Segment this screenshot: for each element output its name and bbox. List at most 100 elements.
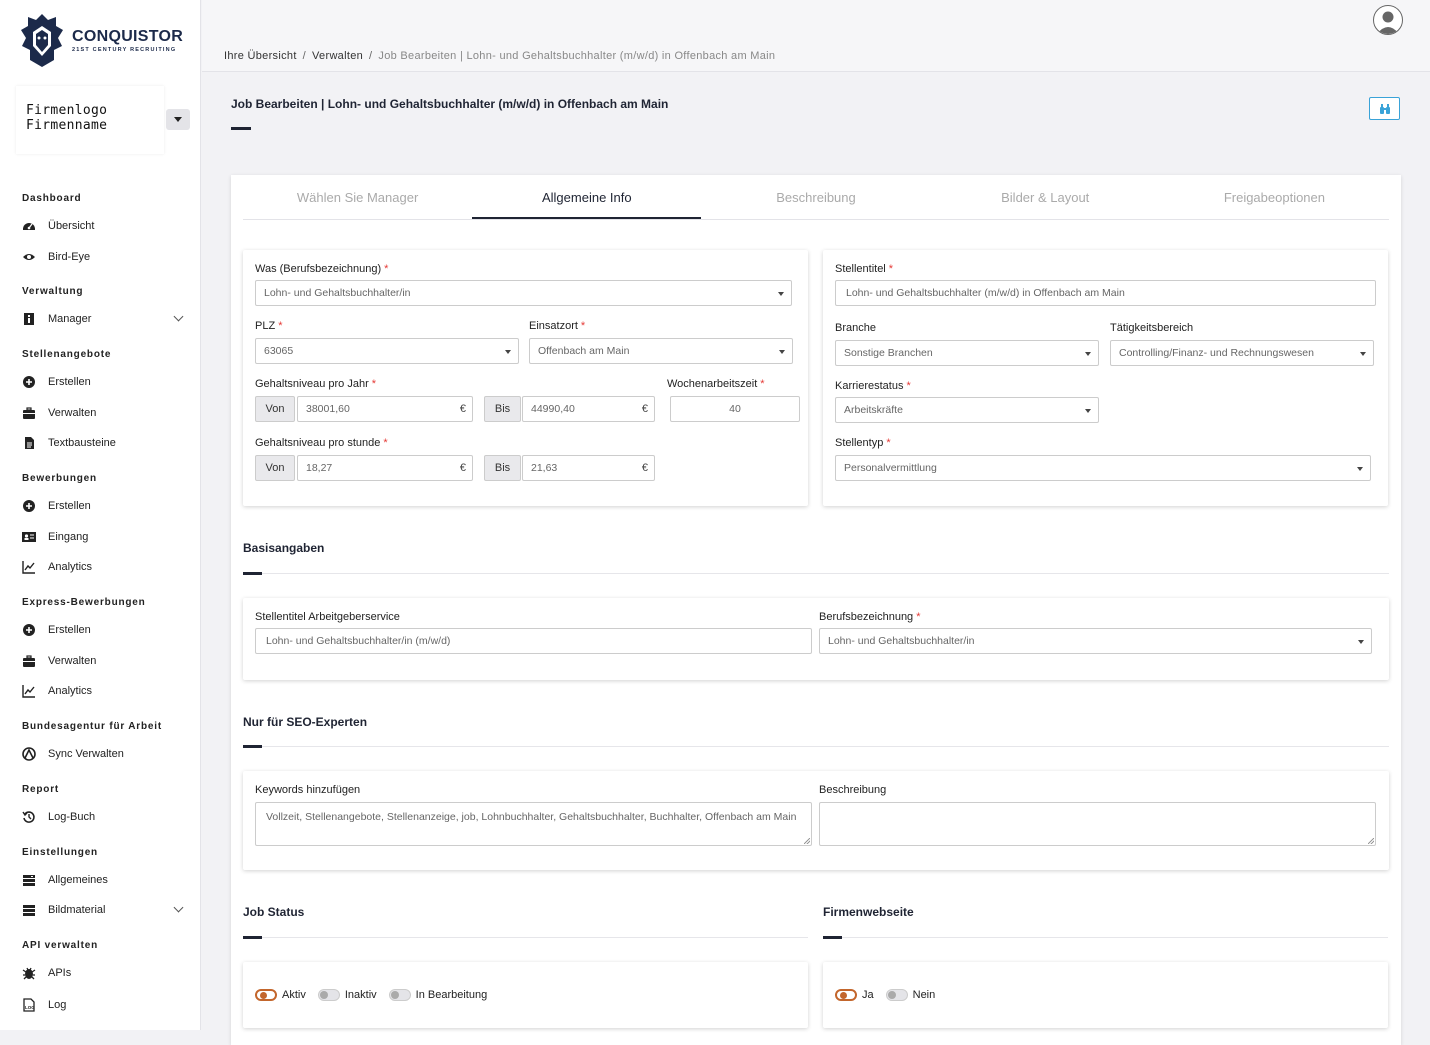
sidebar-item-label: Textbausteine (48, 437, 116, 449)
branche-label: Branche (835, 322, 876, 334)
help-button[interactable] (1369, 97, 1400, 120)
images-icon (22, 903, 36, 917)
nav-group-dashboard: Dashboard (22, 193, 82, 204)
einsatzort-label: Einsatzort * (529, 320, 586, 332)
chevron-down-icon (173, 902, 184, 913)
breadcrumb-section[interactable]: Verwalten (312, 50, 363, 62)
plz-select[interactable]: 63065 (255, 338, 519, 364)
karriere-label: Karrierestatus * (835, 380, 911, 392)
plz-label: PLZ * (255, 320, 283, 332)
bis-addon: Bis (484, 396, 521, 422)
nav-group-stellenangebote: Stellenangebote (22, 349, 112, 360)
gehalt-stunde-label: Gehaltsniveau pro stunde * (255, 437, 388, 449)
arbeitgeber-input[interactable]: Lohn- und Gehaltsbuchhalter/in (m/w/d) (255, 628, 812, 654)
basis-rule (243, 573, 1389, 574)
sidebar-item-log-buch[interactable]: Log-Buch (22, 810, 182, 824)
sidebar-item-express-analytics[interactable]: Analytics (22, 684, 182, 698)
chart-line-icon (22, 684, 36, 698)
sidebar: CONQUISTOR 21ST CENTURY RECRUITING Firme… (0, 0, 201, 1030)
bug-icon (22, 966, 36, 980)
toggle-label: Ja (862, 989, 874, 1001)
sidebar-item-label: Manager (48, 313, 92, 325)
taetigkeit-select[interactable]: Controlling/Finanz- und Rechnungswesen (1110, 340, 1374, 366)
keywords-textarea[interactable]: Vollzeit, Stellenangebote, Stellenanzeig… (255, 802, 812, 846)
tab-manager[interactable]: Wählen Sie Manager (243, 180, 472, 219)
sidebar-item-express-erstellen[interactable]: Erstellen (22, 623, 182, 637)
sidebar-item-label: Erstellen (48, 624, 91, 636)
basis-marker (243, 572, 262, 575)
settings-list-icon (22, 873, 36, 887)
sidebar-item-express-verwalten[interactable]: Verwalten (22, 654, 182, 668)
agency-icon (22, 747, 36, 761)
toggle-aktiv[interactable]: Aktiv (255, 989, 306, 1001)
sidebar-item-label: Verwalten (48, 655, 97, 667)
von-addon: Von (255, 455, 295, 481)
user-avatar[interactable] (1373, 5, 1403, 35)
nav-group-report: Report (22, 784, 60, 795)
tab-allgemeine-info[interactable]: Allgemeine Info (472, 180, 702, 219)
company-dropdown-button[interactable] (166, 109, 190, 130)
sidebar-item-textbausteine[interactable]: Textbausteine (22, 436, 182, 450)
nav-group-bundesagentur: Bundesagentur für Arbeit (22, 721, 162, 732)
breadcrumb-home[interactable]: Ihre Übersicht (224, 50, 297, 62)
sidebar-item-uebersicht[interactable]: Übersicht (22, 219, 182, 233)
sidebar-item-label: Log (48, 999, 67, 1011)
nav-group-bewerbungen: Bewerbungen (22, 473, 97, 484)
sidebar-item-apis[interactable]: APIs (22, 966, 182, 980)
euro-icon: € (459, 403, 466, 415)
toggle-inaktiv[interactable]: Inaktiv (317, 989, 377, 1001)
brand-logo[interactable]: CONQUISTOR 21ST CENTURY RECRUITING (20, 12, 183, 68)
toggle-switch-on[interactable] (835, 989, 857, 1001)
euro-icon: € (459, 462, 466, 474)
binoculars-icon (1379, 103, 1390, 114)
sidebar-item-log[interactable]: LOG Log (22, 998, 182, 1012)
sidebar-item-allgemeines[interactable]: Allgemeines (22, 873, 182, 887)
sidebar-item-stellen-verwalten[interactable]: Verwalten (22, 406, 182, 420)
stellentyp-select[interactable]: Personalvermittlung (835, 455, 1371, 481)
karriere-select[interactable]: Arbeitskräfte (835, 397, 1099, 423)
beruf-select[interactable]: Lohn- und Gehaltsbuchhalter/in (819, 628, 1372, 654)
seo-marker (243, 745, 262, 748)
gehalt-stunde-von-input[interactable]: 18,27 € (297, 455, 473, 481)
sidebar-item-bewerbungen-analytics[interactable]: Analytics (22, 560, 182, 574)
tab-bilder-layout[interactable]: Bilder & Layout (931, 180, 1160, 219)
taetigkeit-label: Tätigkeitsbereich (1110, 322, 1194, 334)
stellentitel-input[interactable]: Lohn- und Gehaltsbuchhalter (m/w/d) in O… (835, 280, 1376, 306)
sidebar-item-label: Eingang (48, 531, 89, 543)
keywords-label: Keywords hinzufügen (255, 784, 361, 796)
toggle-ja[interactable]: Ja (835, 989, 874, 1001)
sidebar-item-eingang[interactable]: Eingang (22, 530, 182, 544)
was-select[interactable]: Lohn- und Gehaltsbuchhalter/in (255, 280, 792, 306)
branche-select[interactable]: Sonstige Branchen (835, 340, 1099, 366)
seo-rule (243, 746, 1389, 747)
sidebar-item-bird-eye[interactable]: Bird-Eye (22, 250, 182, 264)
log-file-icon: LOG (22, 998, 36, 1012)
nav-group-einstellungen: Einstellungen (22, 847, 98, 858)
toggle-switch-off[interactable] (317, 989, 340, 1001)
toggle-switch-off[interactable] (388, 989, 411, 1001)
nav-group-api-verwalten: API verwalten (22, 940, 98, 951)
sidebar-item-stellen-erstellen[interactable]: Erstellen (22, 375, 182, 389)
sidebar-item-bildmaterial[interactable]: Bildmaterial (22, 902, 184, 917)
einsatzort-select[interactable]: Offenbach am Main (529, 338, 793, 364)
gehalt-stunde-bis-input[interactable]: 21,63 € (522, 455, 655, 481)
gehalt-jahr-von-input[interactable]: 38001,60 € (297, 396, 473, 422)
tab-freigabeoptionen[interactable]: Freigabeoptionen (1160, 180, 1389, 219)
company-logo-label: Firmenlogo (26, 103, 108, 118)
sidebar-item-manager[interactable]: Manager (22, 311, 184, 326)
beschreibung-textarea[interactable] (819, 802, 1376, 846)
sidebar-item-bewerbungen-erstellen[interactable]: Erstellen (22, 499, 182, 513)
company-name-label: Firmenname (26, 118, 108, 133)
brand-name: CONQUISTOR (72, 27, 184, 45)
toggle-label: Inaktiv (344, 989, 377, 1001)
toggle-nein[interactable]: Nein (885, 989, 935, 1001)
wochenarbeitszeit-input[interactable]: 40 (670, 396, 800, 422)
tab-beschreibung[interactable]: Beschreibung (701, 180, 930, 219)
sidebar-item-label: Sync Verwalten (48, 748, 124, 760)
toggle-switch-off[interactable] (885, 989, 908, 1001)
breadcrumb-current: Job Bearbeiten | Lohn- und Gehaltsbuchha… (378, 50, 776, 62)
sidebar-item-sync-verwalten[interactable]: Sync Verwalten (22, 747, 182, 761)
toggle-in-bearbeitung[interactable]: In Bearbeitung (388, 989, 487, 1001)
toggle-switch-on[interactable] (255, 989, 277, 1001)
gehalt-jahr-bis-input[interactable]: 44990,40 € (522, 396, 655, 422)
